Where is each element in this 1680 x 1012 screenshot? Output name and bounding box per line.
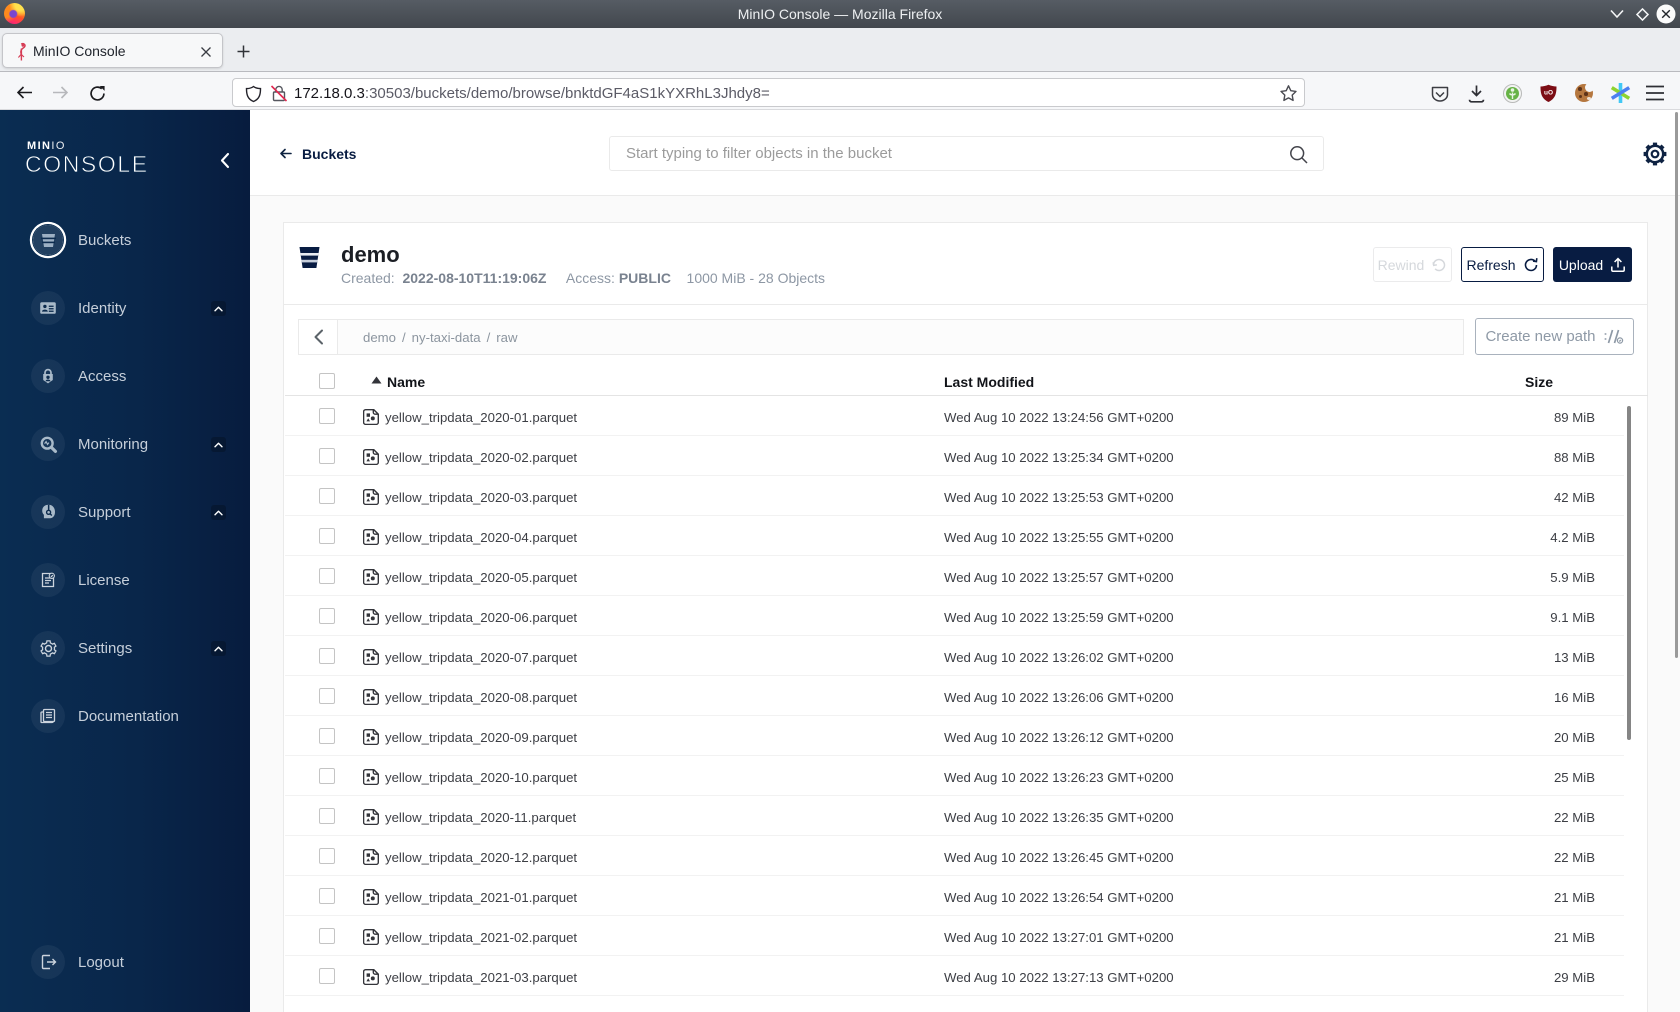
svg-text:uO: uO — [1544, 90, 1553, 97]
